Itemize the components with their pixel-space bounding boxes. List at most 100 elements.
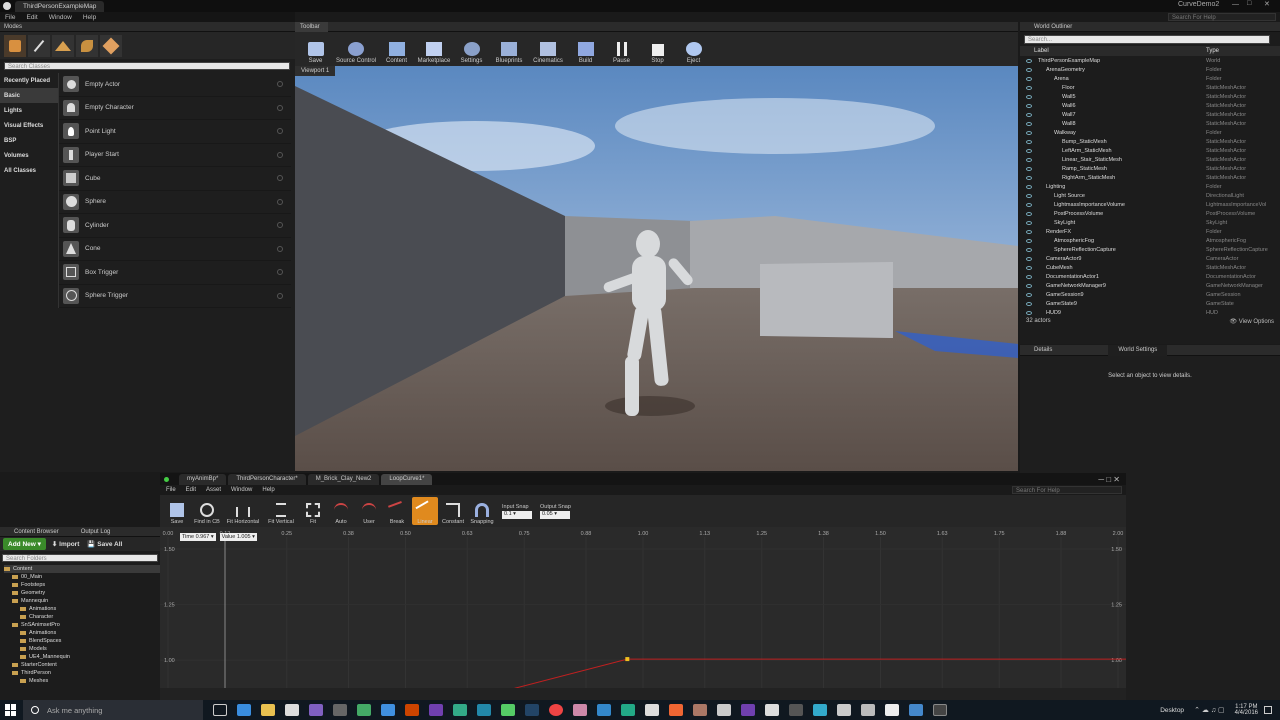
outliner-row[interactable]: Linear_Stair_StaticMesh StaticMeshActor (1020, 155, 1280, 164)
category-volumes[interactable]: Volumes (0, 148, 58, 163)
app-icon[interactable] (645, 704, 659, 716)
save-all-button[interactable]: 💾 Save All (87, 540, 122, 548)
blueprints-button[interactable]: Blueprints (491, 34, 527, 64)
outliner-row[interactable]: Wall7 StaticMeshActor (1020, 110, 1280, 119)
eject-button[interactable]: Eject (677, 34, 710, 64)
list-item[interactable]: Box Trigger (59, 261, 291, 285)
linear-interp-button[interactable]: Linear (412, 497, 438, 525)
curve-plot[interactable]: 0.000.120.250.380.500.630.750.881.001.13… (160, 527, 1126, 688)
build-button[interactable]: Build (569, 34, 602, 64)
find-in-cb-button[interactable]: Find in CB (192, 497, 222, 525)
tab-anim-bp[interactable]: myAnimBp* (179, 473, 227, 485)
visibility-eye-icon[interactable] (1026, 202, 1032, 207)
visibility-eye-icon[interactable] (1026, 58, 1032, 63)
menu-window[interactable]: Window (49, 14, 72, 21)
view-options-button[interactable]: 👁 View Options (1229, 318, 1274, 325)
close-button[interactable]: ✕ (1264, 0, 1270, 8)
start-button[interactable] (5, 704, 17, 716)
tab-material[interactable]: M_Brick_Clay_New2 (307, 473, 380, 485)
unreal-taskbar-icon[interactable] (933, 704, 947, 716)
list-item[interactable]: Point Light (59, 120, 291, 144)
visibility-eye-icon[interactable] (1026, 103, 1032, 108)
outliner-row[interactable]: RenderFX Folder (1020, 227, 1280, 236)
marketplace-button[interactable]: Marketplace (416, 34, 452, 64)
level-viewport[interactable]: Viewport 1 (295, 66, 1018, 471)
visibility-eye-icon[interactable] (1026, 166, 1032, 171)
place-mode-icon[interactable] (4, 34, 26, 57)
landscape-mode-icon[interactable] (52, 34, 74, 57)
visibility-eye-icon[interactable] (1026, 283, 1032, 288)
outliner-row[interactable]: ArenaGeometry Folder (1020, 65, 1280, 74)
outliner-row[interactable]: Wall8 StaticMeshActor (1020, 119, 1280, 128)
outliner-row[interactable]: GameSession9 GameSession (1020, 290, 1280, 299)
visibility-eye-icon[interactable] (1026, 238, 1032, 243)
maximize-button[interactable]: □ (1247, 0, 1251, 7)
folder-row[interactable]: Geometry (4, 589, 160, 597)
level-tab[interactable]: ThirdPersonExampleMap (15, 0, 105, 12)
menu-file[interactable]: File (5, 14, 15, 21)
app-icon[interactable] (525, 704, 539, 716)
app-icon[interactable] (357, 704, 371, 716)
time-field[interactable]: Time 0.967 ▾ (180, 533, 216, 541)
list-item[interactable]: Empty Character (59, 97, 291, 120)
outliner-row[interactable]: CubeMesh StaticMeshActor (1020, 263, 1280, 272)
list-item[interactable]: Player Start (59, 144, 291, 167)
outliner-row[interactable]: GameState9 GameState (1020, 299, 1280, 308)
add-new-button[interactable]: Add New ▾ (3, 538, 46, 550)
edge-icon[interactable] (237, 704, 251, 716)
modes-tab[interactable]: Modes (0, 24, 22, 30)
paint-mode-icon[interactable] (28, 34, 50, 57)
visibility-eye-icon[interactable] (1026, 229, 1032, 234)
outliner-row[interactable]: LeftArm_StaticMesh StaticMeshActor (1020, 146, 1280, 155)
outliner-row[interactable]: Floor StaticMeshActor (1020, 83, 1280, 92)
curve-keyframe[interactable] (625, 657, 630, 662)
visibility-eye-icon[interactable] (1026, 220, 1032, 225)
source-control-button[interactable]: Source Control (335, 34, 377, 64)
chrome-icon[interactable] (549, 704, 563, 716)
menu-asset[interactable]: Asset (206, 487, 221, 493)
menu-edit[interactable]: Edit (186, 487, 196, 493)
file-explorer-icon[interactable] (261, 704, 275, 716)
cinematics-button[interactable]: Cinematics (530, 34, 566, 64)
tab-third-person-character[interactable]: ThirdPersonCharacter* (228, 473, 306, 485)
app-icon[interactable] (837, 704, 851, 716)
content-button[interactable]: Content (380, 34, 413, 64)
visibility-eye-icon[interactable] (1026, 256, 1032, 261)
viewport-tab[interactable]: Viewport 1 (295, 66, 336, 76)
outliner-row[interactable]: HUD9 HUD (1020, 308, 1280, 316)
app-icon[interactable] (429, 704, 443, 716)
category-visual-effects[interactable]: Visual Effects (0, 118, 58, 133)
foliage-mode-icon[interactable] (76, 34, 98, 57)
category-recently-placed[interactable]: Recently Placed (0, 73, 58, 88)
visibility-eye-icon[interactable] (1026, 184, 1032, 189)
menu-edit[interactable]: Edit (26, 14, 37, 21)
outliner-row[interactable]: SphereReflectionCapture SphereReflectionC… (1020, 245, 1280, 254)
visibility-eye-icon[interactable] (1026, 85, 1032, 90)
folder-row[interactable]: StarterContent (4, 661, 160, 669)
visibility-eye-icon[interactable] (1026, 274, 1032, 279)
break-tangent-button[interactable]: Break (384, 497, 410, 525)
app-icon[interactable] (813, 704, 827, 716)
outliner-search-input[interactable]: Search... (1024, 35, 1270, 44)
stop-button[interactable]: Stop (641, 34, 674, 64)
app-icon[interactable] (333, 704, 347, 716)
visibility-eye-icon[interactable] (1026, 301, 1032, 306)
task-view-icon[interactable] (213, 704, 227, 716)
app-icon[interactable] (669, 704, 683, 716)
visibility-eye-icon[interactable] (1026, 130, 1032, 135)
outliner-row[interactable]: DocumentationActor1 DocumentationActor (1020, 272, 1280, 281)
curve-save-button[interactable]: Save (164, 497, 190, 525)
menu-help[interactable]: Help (262, 487, 274, 493)
menu-window[interactable]: Window (231, 487, 252, 493)
app-icon[interactable] (477, 704, 491, 716)
outliner-row[interactable]: Walkway Folder (1020, 128, 1280, 137)
outliner-row[interactable]: Light Source DirectionalLight (1020, 191, 1280, 200)
folder-row[interactable]: Animations (4, 629, 160, 637)
pause-button[interactable]: Pause (605, 34, 638, 64)
app-icon[interactable] (885, 704, 899, 716)
app-icon[interactable] (765, 704, 779, 716)
visibility-eye-icon[interactable] (1026, 265, 1032, 270)
import-button[interactable]: ⬇ Import (52, 540, 80, 548)
tab-loop-curve[interactable]: LoopCurve1* (381, 473, 433, 485)
value-field[interactable]: Value 1.005 ▾ (219, 533, 257, 541)
